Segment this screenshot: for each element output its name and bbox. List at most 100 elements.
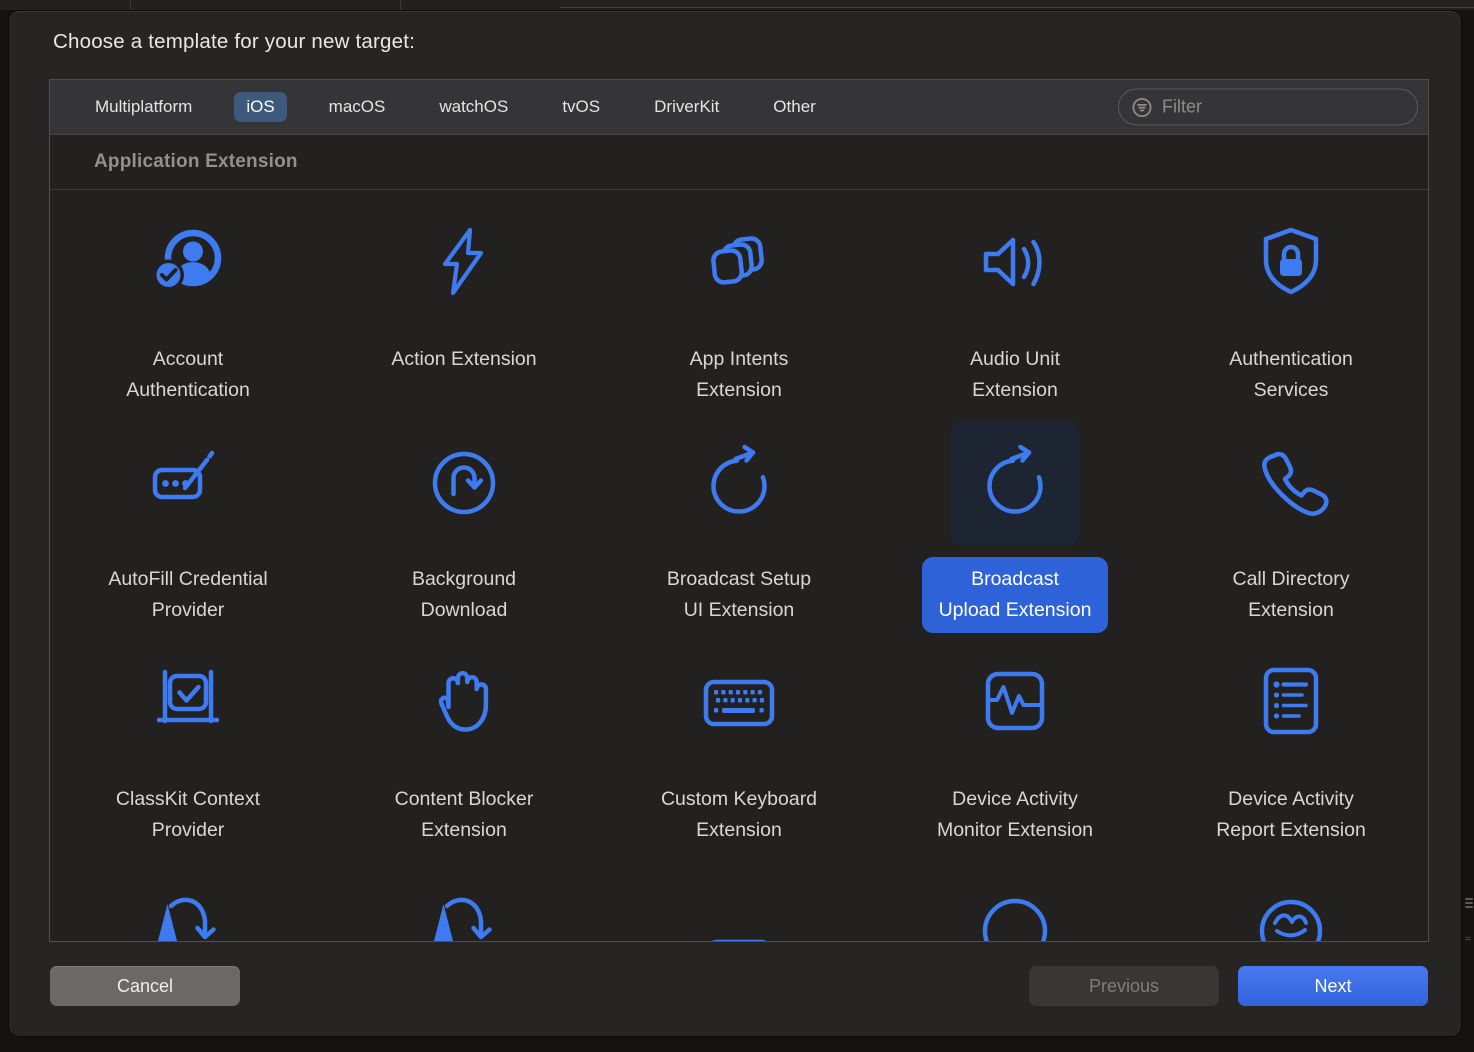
template-item-label: Device ActivityMonitor Extension <box>877 784 1153 846</box>
next-button[interactable]: Next <box>1238 966 1428 1006</box>
template-item-label: AccountAuthentication <box>50 344 326 406</box>
template-icon-area <box>50 850 326 941</box>
tab-macos[interactable]: macOS <box>317 92 398 122</box>
arc-arrow-icon <box>424 883 504 941</box>
template-item-authentication-services[interactable]: AuthenticationServices <box>1153 190 1428 410</box>
ticket-icon <box>699 883 779 941</box>
swirl-circle-icon <box>1251 883 1331 941</box>
circular-arrow-icon <box>699 443 779 523</box>
previous-button[interactable]: Previous <box>1029 966 1219 1006</box>
template-item-label: Broadcast SetupUI Extension <box>601 564 877 626</box>
template-item-label: Audio UnitExtension <box>877 344 1153 406</box>
template-item-partial[interactable] <box>50 850 326 941</box>
template-item-label: Call DirectoryExtension <box>1153 564 1428 626</box>
activity-waveform-icon <box>975 663 1055 743</box>
background-divider <box>560 7 1474 8</box>
template-icon-area <box>1153 410 1428 556</box>
shield-lock-icon <box>1251 223 1331 303</box>
template-item-custom-keyboard-extension[interactable]: Custom KeyboardExtension <box>601 630 877 850</box>
template-item-action-extension[interactable]: Action Extension <box>326 190 602 410</box>
keyboard-icon <box>699 663 779 743</box>
template-item-label: AuthenticationServices <box>1153 344 1428 406</box>
list-report-icon <box>1251 663 1331 743</box>
tab-watchos[interactable]: watchOS <box>427 92 520 122</box>
phone-handset-icon <box>1251 443 1331 523</box>
template-item-audio-unit-extension[interactable]: Audio UnitExtension <box>877 190 1153 410</box>
template-icon-area <box>50 190 326 336</box>
template-item-partial[interactable] <box>1153 850 1428 941</box>
tab-other[interactable]: Other <box>761 92 828 122</box>
circle-icon <box>975 883 1055 941</box>
template-item-device-activity-report-extension[interactable]: Device ActivityReport Extension <box>1153 630 1428 850</box>
template-icon-area <box>326 850 602 941</box>
template-item-autofill-credential-provider[interactable]: AutoFill CredentialProvider <box>50 410 326 630</box>
template-icon-area <box>326 630 602 776</box>
background-divider <box>400 0 401 10</box>
speaker-waves-icon <box>975 223 1055 303</box>
lightning-bolt-icon <box>424 223 504 303</box>
template-item-background-download[interactable]: BackgroundDownload <box>326 410 602 630</box>
filter-icon <box>1131 96 1153 118</box>
template-item-app-intents-extension[interactable]: App IntentsExtension <box>601 190 877 410</box>
template-icon-area <box>326 190 602 336</box>
template-icon-area <box>1153 630 1428 776</box>
template-item-label: Action Extension <box>326 344 602 375</box>
template-icon-area <box>50 410 326 556</box>
template-item-label: Content BlockerExtension <box>326 784 602 846</box>
template-chooser-panel: Multiplatform iOS macOS watchOS tvOS DriverKi… <box>49 79 1429 942</box>
platform-tabbar: Multiplatform iOS macOS watchOS tvOS DriverKi… <box>50 80 1428 135</box>
template-item-call-directory-extension[interactable]: Call DirectoryExtension <box>1153 410 1428 630</box>
background-editor-sliver: ≈ <box>1465 896 1473 946</box>
template-item-device-activity-monitor-extension[interactable]: Device ActivityMonitor Extension <box>877 630 1153 850</box>
template-icon-area <box>877 850 1153 941</box>
section-header: Application Extension <box>50 135 1428 190</box>
template-item-partial[interactable] <box>326 850 602 941</box>
arc-arrow-icon <box>148 883 228 941</box>
tab-driverkit[interactable]: DriverKit <box>642 92 731 122</box>
template-item-partial[interactable] <box>877 850 1153 941</box>
template-item-content-blocker-extension[interactable]: Content BlockerExtension <box>326 630 602 850</box>
dialog-title: Choose a template for your new target: <box>53 30 415 54</box>
board-check-icon <box>148 663 228 743</box>
template-icon-area <box>326 410 602 556</box>
template-item-label: BackgroundDownload <box>326 564 602 626</box>
template-item-label: Device ActivityReport Extension <box>1153 784 1428 846</box>
template-grid: AccountAuthenticationAction Extension Ap… <box>50 190 1428 941</box>
selected-icon-tile <box>951 421 1079 545</box>
background-divider <box>130 0 131 10</box>
template-item-classkit-context-provider[interactable]: ClassKit ContextProvider <box>50 630 326 850</box>
new-target-template-dialog: Choose a template for your new target: M… <box>8 10 1462 1037</box>
background-window-strip <box>0 0 1474 10</box>
cancel-button[interactable]: Cancel <box>50 966 240 1006</box>
tab-tvos[interactable]: tvOS <box>550 92 612 122</box>
template-icon-area <box>877 630 1153 776</box>
template-icon-area <box>601 410 877 556</box>
template-icon-area <box>877 190 1153 336</box>
template-icon-area <box>601 850 877 941</box>
template-item-label: Custom KeyboardExtension <box>601 784 877 846</box>
credential-field-icon <box>148 443 228 523</box>
template-item-partial[interactable] <box>601 850 877 941</box>
download-loop-icon <box>424 443 504 523</box>
template-item-account-authentication[interactable]: AccountAuthentication <box>50 190 326 410</box>
template-item-label: App IntentsExtension <box>601 344 877 406</box>
filter-placeholder: Filter <box>1162 97 1202 118</box>
circular-arrow-icon <box>975 443 1055 523</box>
template-icon-area <box>601 630 877 776</box>
template-icon-area <box>50 630 326 776</box>
template-icon-area <box>1153 190 1428 336</box>
template-item-label: ClassKit ContextProvider <box>50 784 326 846</box>
tab-multiplatform[interactable]: Multiplatform <box>83 92 204 122</box>
template-item-label: AutoFill CredentialProvider <box>50 564 326 626</box>
tab-ios[interactable]: iOS <box>234 92 286 122</box>
account-authentication-icon <box>148 223 228 303</box>
template-icon-area <box>877 410 1153 556</box>
template-item-label: BroadcastUpload Extension <box>877 564 1153 633</box>
hand-raised-icon <box>424 663 504 743</box>
filter-input[interactable]: Filter <box>1118 89 1418 126</box>
template-item-broadcast-setup-ui-extension[interactable]: Broadcast SetupUI Extension <box>601 410 877 630</box>
stacked-cards-icon <box>699 223 779 303</box>
template-icon-area <box>601 190 877 336</box>
template-item-broadcast-upload-extension[interactable]: BroadcastUpload Extension <box>877 410 1153 630</box>
template-icon-area <box>1153 850 1428 941</box>
